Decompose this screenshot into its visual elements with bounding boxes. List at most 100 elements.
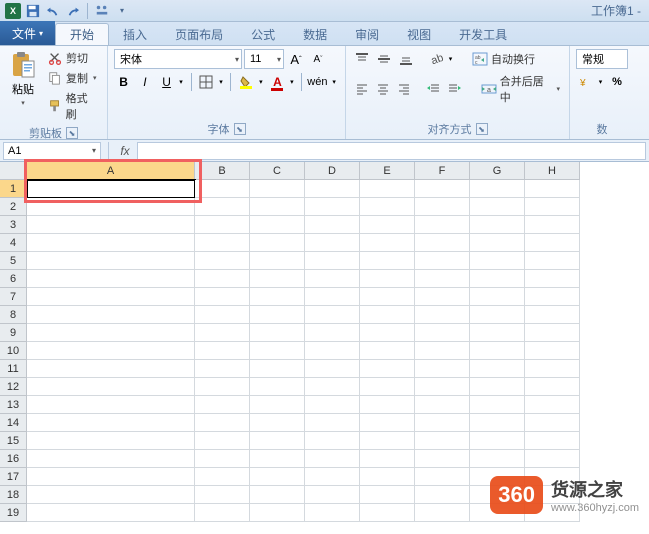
cell[interactable] — [305, 252, 360, 270]
phonetic-button[interactable]: wén — [307, 72, 327, 92]
tab-view[interactable]: 视图 — [393, 23, 445, 45]
cell[interactable] — [360, 198, 415, 216]
cell[interactable] — [195, 180, 250, 198]
row-header[interactable]: 3 — [0, 216, 27, 234]
cell[interactable] — [305, 180, 360, 198]
cell[interactable] — [305, 468, 360, 486]
number-format-combo[interactable]: 常规 — [576, 49, 628, 69]
cell[interactable] — [27, 270, 195, 288]
cell[interactable] — [27, 468, 195, 486]
fill-color-dropdown[interactable]: ▾ — [256, 72, 265, 92]
cell[interactable] — [470, 342, 525, 360]
column-header[interactable]: D — [305, 162, 360, 180]
column-header[interactable]: F — [415, 162, 470, 180]
cell[interactable] — [470, 198, 525, 216]
cell[interactable] — [250, 378, 305, 396]
name-box[interactable]: A1▾ — [3, 142, 101, 160]
cell[interactable] — [195, 468, 250, 486]
cell[interactable] — [305, 216, 360, 234]
row-header[interactable]: 2 — [0, 198, 27, 216]
cell[interactable] — [470, 234, 525, 252]
cell[interactable] — [27, 504, 195, 522]
cell[interactable] — [27, 252, 195, 270]
cell[interactable] — [305, 270, 360, 288]
cell[interactable] — [415, 414, 470, 432]
cell[interactable] — [470, 180, 525, 198]
font-size-combo[interactable]: 11▾ — [244, 49, 284, 69]
fill-color-button[interactable] — [236, 72, 256, 92]
cell[interactable] — [360, 216, 415, 234]
cell[interactable] — [525, 288, 580, 306]
cut-button[interactable]: 剪切 — [44, 49, 101, 67]
cell[interactable] — [360, 360, 415, 378]
cell[interactable] — [360, 252, 415, 270]
font-color-dropdown[interactable]: ▾ — [287, 72, 296, 92]
fx-button[interactable]: fx — [113, 144, 137, 158]
column-header[interactable]: E — [360, 162, 415, 180]
orientation-button[interactable]: ab — [426, 49, 446, 69]
row-header[interactable]: 14 — [0, 414, 27, 432]
cell[interactable] — [305, 378, 360, 396]
row-header[interactable]: 12 — [0, 378, 27, 396]
font-color-button[interactable]: A — [267, 72, 287, 92]
format-painter-button[interactable]: 格式刷 — [44, 89, 101, 123]
cell[interactable] — [525, 270, 580, 288]
row-header[interactable]: 17 — [0, 468, 27, 486]
cell[interactable] — [470, 360, 525, 378]
alignment-launcher[interactable]: ⬊ — [476, 123, 488, 135]
cell[interactable] — [470, 450, 525, 468]
cell[interactable] — [195, 360, 250, 378]
cell[interactable] — [415, 468, 470, 486]
cell[interactable] — [195, 504, 250, 522]
cell[interactable] — [525, 324, 580, 342]
row-header[interactable]: 9 — [0, 324, 27, 342]
cell[interactable] — [195, 432, 250, 450]
cell[interactable] — [305, 414, 360, 432]
increase-indent-button[interactable] — [445, 79, 464, 99]
cell[interactable] — [27, 414, 195, 432]
cell[interactable] — [415, 306, 470, 324]
row-header[interactable]: 13 — [0, 396, 27, 414]
cell[interactable] — [305, 450, 360, 468]
underline-dropdown[interactable]: ▾ — [177, 72, 186, 92]
cell[interactable] — [360, 378, 415, 396]
cell[interactable] — [360, 180, 415, 198]
cell[interactable] — [525, 414, 580, 432]
cell[interactable] — [195, 306, 250, 324]
cell[interactable] — [305, 396, 360, 414]
file-tab[interactable]: 文件▾ — [0, 21, 55, 45]
cell[interactable] — [305, 234, 360, 252]
percent-button[interactable]: % — [607, 72, 627, 92]
undo-icon[interactable] — [44, 2, 62, 20]
cell[interactable] — [470, 414, 525, 432]
column-header[interactable]: B — [195, 162, 250, 180]
cell[interactable] — [415, 234, 470, 252]
cell[interactable] — [360, 432, 415, 450]
row-header[interactable]: 18 — [0, 486, 27, 504]
font-launcher[interactable]: ⬊ — [234, 123, 246, 135]
cell[interactable] — [525, 432, 580, 450]
cell[interactable] — [195, 324, 250, 342]
cell[interactable] — [470, 306, 525, 324]
cell[interactable] — [305, 288, 360, 306]
cell[interactable] — [470, 378, 525, 396]
orientation-dropdown[interactable]: ▾ — [446, 49, 455, 69]
row-header[interactable]: 15 — [0, 432, 27, 450]
accounting-dropdown[interactable]: ▾ — [596, 72, 605, 92]
cell[interactable] — [305, 342, 360, 360]
cell[interactable] — [250, 198, 305, 216]
cell[interactable] — [415, 270, 470, 288]
column-header[interactable]: A — [27, 162, 195, 180]
cell[interactable] — [415, 216, 470, 234]
cell[interactable] — [195, 288, 250, 306]
cell[interactable] — [27, 360, 195, 378]
cell[interactable] — [27, 324, 195, 342]
redo-icon[interactable] — [64, 2, 82, 20]
cell[interactable] — [250, 306, 305, 324]
cell[interactable] — [250, 486, 305, 504]
cell[interactable] — [305, 306, 360, 324]
cell[interactable] — [415, 378, 470, 396]
tab-developer[interactable]: 开发工具 — [445, 23, 521, 45]
select-all-button[interactable] — [0, 162, 27, 180]
cell[interactable] — [195, 342, 250, 360]
